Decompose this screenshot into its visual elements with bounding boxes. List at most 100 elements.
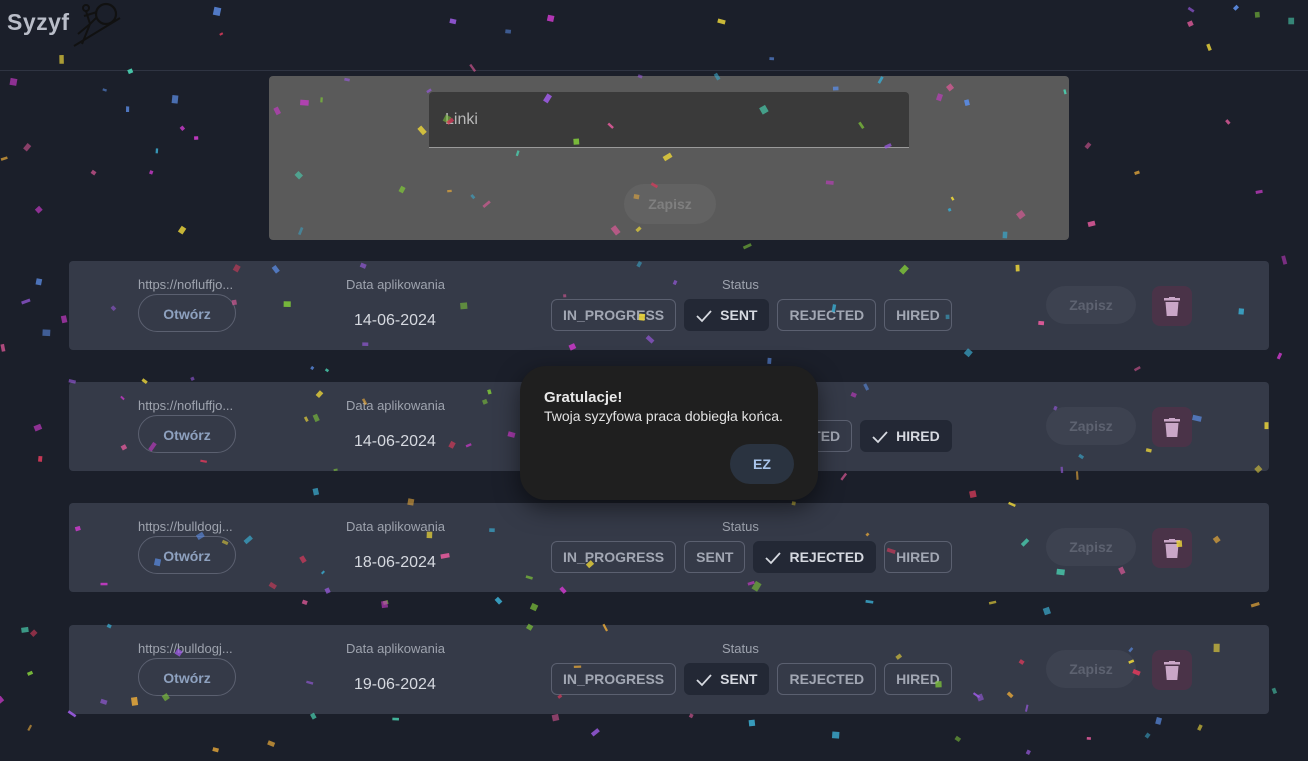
confetti-piece [1087, 220, 1096, 227]
confetti-piece [392, 717, 399, 721]
confetti-piece [969, 490, 977, 499]
confetti-piece [1144, 732, 1151, 739]
check-icon [696, 674, 712, 687]
open-link-button[interactable]: Otwórz [138, 294, 236, 332]
row-save-button[interactable]: Zapisz [1046, 407, 1136, 445]
status-chip-label: REJECTED [789, 549, 865, 565]
status-chip-hired[interactable]: HIRED [860, 420, 952, 452]
status-chip-sent[interactable]: SENT [684, 663, 770, 695]
status-chip-label: IN_PROGRESS [563, 549, 665, 565]
confetti-piece [1271, 687, 1278, 695]
confetti-piece [9, 77, 18, 86]
status-chip-label: REJECTED [789, 671, 865, 687]
status-label: Status [722, 519, 759, 534]
open-link-button[interactable]: Otwórz [138, 536, 236, 574]
confetti-piece [23, 142, 32, 152]
confetti-piece [742, 243, 752, 250]
trash-icon [1164, 417, 1180, 437]
confetti-piece [155, 148, 159, 154]
confetti-piece [865, 599, 874, 604]
confetti-piece [840, 472, 848, 481]
confetti-piece [60, 315, 68, 324]
check-icon [872, 431, 888, 444]
confetti-piece [381, 600, 389, 609]
status-chip-hired[interactable]: HIRED [884, 663, 952, 695]
confetti-piece [1086, 737, 1091, 740]
links-input[interactable]: Linki [429, 92, 909, 148]
application-url: https://nofluffjo... [138, 398, 234, 413]
confetti-piece [1075, 471, 1079, 480]
status-chip-rejected[interactable]: REJECTED [753, 541, 877, 573]
confetti-piece [1084, 142, 1092, 150]
confetti-piece [312, 487, 320, 496]
delete-button[interactable] [1152, 528, 1192, 568]
add-links-form: Linki Zapisz [269, 76, 1069, 240]
date-label: Data aplikowania [346, 398, 446, 413]
delete-button[interactable] [1152, 650, 1192, 690]
sisyphus-logo-icon [73, 2, 121, 47]
form-save-button[interactable]: Zapisz [624, 184, 716, 224]
trash-icon [1164, 660, 1180, 680]
row-save-button[interactable]: Zapisz [1046, 528, 1136, 566]
trash-icon [1164, 538, 1180, 558]
status-label: Status [722, 277, 759, 292]
confetti-piece [1025, 749, 1031, 755]
open-link-button[interactable]: Otwórz [138, 415, 236, 453]
congratulations-dialog: Gratulacje! Twoja syzyfowa praca dobiegł… [520, 366, 818, 500]
status-chip-group: IN_PROGRESS SENT REJECTED HIRED [551, 299, 952, 331]
confetti-piece [590, 728, 600, 737]
row-save-button[interactable]: Zapisz [1046, 286, 1136, 324]
status-chip-label: HIRED [896, 671, 940, 687]
application-row: https://bulldogj... Otwórz Data aplikowani… [69, 625, 1269, 714]
delete-button[interactable] [1152, 286, 1192, 326]
trash-icon [1164, 296, 1180, 316]
check-icon [696, 310, 712, 323]
confetti-piece [90, 169, 97, 176]
status-chip-in-progress[interactable]: IN_PROGRESS [551, 541, 677, 573]
confetti-piece [194, 136, 199, 140]
confetti-piece [190, 376, 195, 381]
confetti-piece [1250, 602, 1260, 608]
application-date: 14-06-2024 [354, 312, 436, 329]
status-chip-hired[interactable]: HIRED [884, 541, 952, 573]
row-save-button[interactable]: Zapisz [1046, 650, 1136, 688]
confetti-piece [324, 368, 330, 373]
status-chip-rejected[interactable]: REJECTED [777, 299, 877, 331]
date-label: Data aplikowania [346, 519, 446, 534]
confetti-piece [494, 596, 503, 605]
confetti-piece [29, 629, 38, 637]
brand-title: Syzyf [7, 9, 70, 35]
confetti-piece [382, 600, 389, 606]
confetti-piece [688, 713, 694, 719]
status-chip-label: IN_PROGRESS [563, 671, 665, 687]
confetti-piece [1255, 189, 1263, 194]
application-date: 18-06-2024 [354, 554, 436, 571]
confetti-piece [171, 94, 179, 104]
status-chip-hired[interactable]: HIRED [884, 299, 952, 331]
date-label: Data aplikowania [346, 641, 446, 656]
status-label: Status [722, 641, 759, 656]
open-link-button[interactable]: Otwórz [138, 658, 236, 696]
links-input-placeholder: Linki [445, 111, 478, 128]
status-chip-sent[interactable]: SENT [684, 299, 770, 331]
top-bar: Syzyf [0, 0, 1308, 71]
application-row: https://nofluffjo... Otwórz Data aplikowan… [69, 261, 1269, 350]
confetti-piece [551, 713, 560, 722]
confetti-piece [1155, 717, 1163, 725]
status-chip-sent[interactable]: SENT [684, 541, 746, 573]
status-chip-in-progress[interactable]: IN_PROGRESS [551, 299, 677, 331]
confetti-piece [21, 298, 31, 305]
confetti-piece [21, 626, 29, 633]
application-url: https://bulldogj... [138, 641, 233, 656]
application-url: https://nofluffjo... [138, 277, 234, 292]
status-chip-rejected[interactable]: REJECTED [777, 663, 877, 695]
dialog-ok-button[interactable]: EZ [730, 444, 794, 484]
confetti-piece [267, 740, 276, 747]
status-chip-label: SENT [720, 671, 758, 687]
confetti-piece [0, 695, 5, 705]
status-chip-in-progress[interactable]: IN_PROGRESS [551, 663, 677, 695]
application-url: https://bulldogj... [138, 519, 233, 534]
delete-button[interactable] [1152, 407, 1192, 447]
date-label: Data aplikowania [346, 277, 446, 292]
confetti-piece [1133, 366, 1141, 372]
